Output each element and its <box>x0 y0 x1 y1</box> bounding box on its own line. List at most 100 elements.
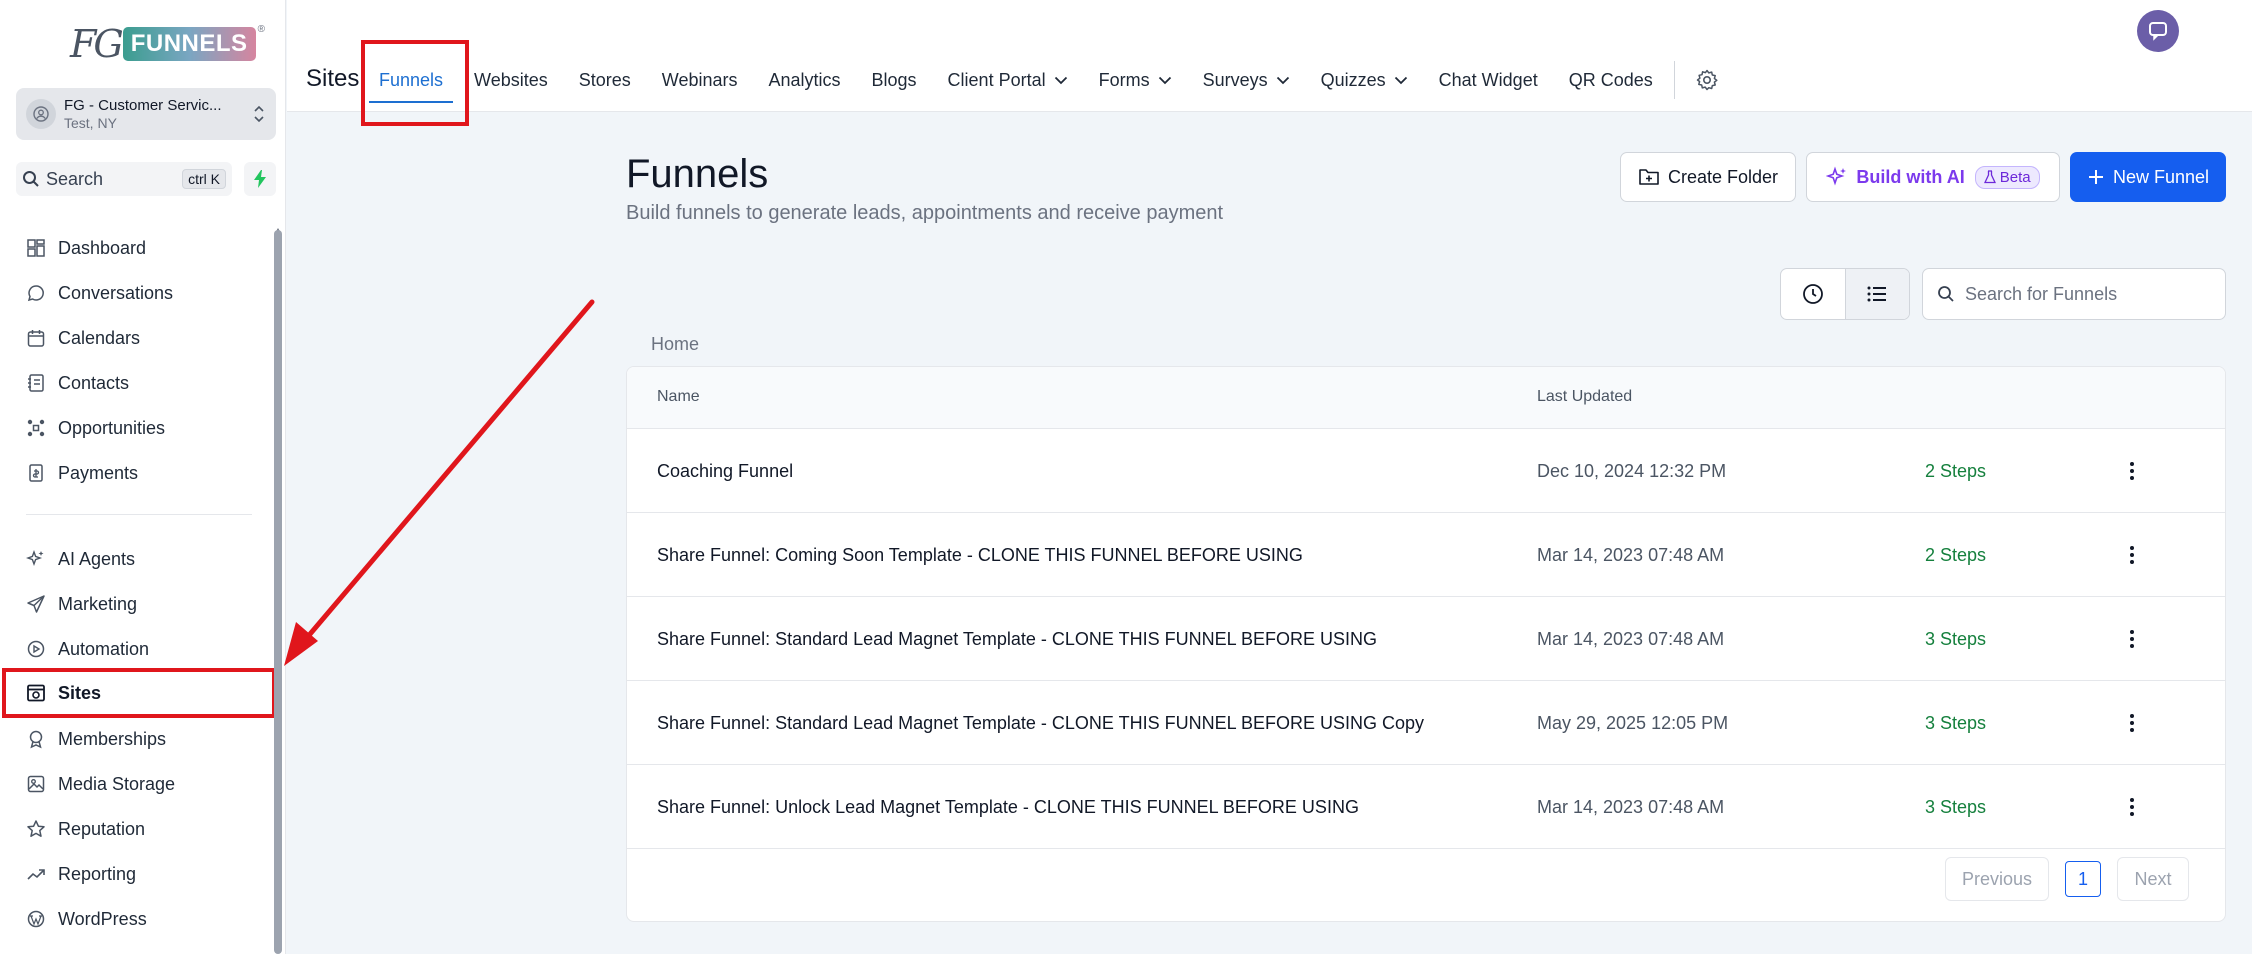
previous-page-button[interactable]: Previous <box>1945 857 2049 901</box>
create-folder-button[interactable]: Create Folder <box>1620 152 1796 202</box>
recent-view-button[interactable] <box>1781 269 1845 319</box>
funnel-name[interactable]: Share Funnel: Standard Lead Magnet Templ… <box>657 629 1377 650</box>
sites-settings-button[interactable] <box>1695 68 1719 92</box>
sidebar-item-contacts[interactable]: Contacts <box>26 363 129 403</box>
image-icon <box>27 775 45 793</box>
sidebar-item-payments[interactable]: Payments <box>26 453 138 493</box>
tab-websites[interactable]: Websites <box>474 70 548 91</box>
sidebar-item-wordpress[interactable]: WordPress <box>26 899 147 939</box>
sidebar-item-label: Marketing <box>58 593 138 614</box>
page-number-current[interactable]: 1 <box>2065 861 2101 897</box>
sidebar-scrollbar[interactable] <box>274 230 282 954</box>
tab-forms[interactable]: Forms <box>1099 70 1172 91</box>
build-with-ai-button[interactable]: Build with AI Beta <box>1806 152 2060 202</box>
send-icon <box>27 595 45 613</box>
account-avatar-icon <box>26 99 56 129</box>
sidebar-item-opportunities[interactable]: Opportunities <box>26 408 165 448</box>
tab-qr-codes[interactable]: QR Codes <box>1569 70 1653 91</box>
sidebar-search[interactable]: Search ctrl K <box>16 162 232 196</box>
sidebar-item-reporting[interactable]: Reporting <box>26 854 136 894</box>
calendar-icon <box>27 330 45 347</box>
new-funnel-button[interactable]: New Funnel <box>2070 152 2226 202</box>
tab-client-portal[interactable]: Client Portal <box>948 70 1068 91</box>
more-vertical-icon <box>2130 546 2134 564</box>
table-header: Name Last Updated <box>627 367 2225 429</box>
sidebar-item-label: Payments <box>58 462 139 483</box>
sidebar-item-conversations[interactable]: Conversations <box>26 273 173 313</box>
table-row[interactable]: Share Funnel: Standard Lead Magnet Templ… <box>627 597 2225 681</box>
badge-icon <box>29 730 43 749</box>
support-chat-button[interactable] <box>2137 10 2179 52</box>
column-header-name[interactable]: Name <box>657 388 700 406</box>
row-menu-button[interactable] <box>2117 623 2147 655</box>
row-menu-button[interactable] <box>2117 539 2147 571</box>
tab-stores[interactable]: Stores <box>579 70 631 91</box>
funnel-last-updated: Dec 10, 2024 12:32 PM <box>1537 461 1727 481</box>
breadcrumb[interactable]: Home <box>651 334 699 355</box>
account-name: FG - Customer Servic... <box>64 96 222 114</box>
funnel-steps: 2 Steps <box>1925 545 1987 565</box>
tab-quizzes[interactable]: Quizzes <box>1321 70 1408 91</box>
flask-icon <box>1983 170 1996 184</box>
funnel-name[interactable]: Coaching Funnel <box>657 461 793 482</box>
gear-icon <box>1696 69 1718 91</box>
more-vertical-icon <box>2130 630 2134 648</box>
funnel-name[interactable]: Share Funnel: Coming Soon Template - CLO… <box>657 545 1303 566</box>
pagination: Previous 1 Next <box>1945 857 2189 901</box>
sidebar-item-reputation[interactable]: Reputation <box>26 809 145 849</box>
sparkle-icon <box>1826 166 1847 186</box>
chat-bubble-icon <box>27 285 44 302</box>
sidebar-item-label: Reporting <box>58 863 137 884</box>
sidebar-item-dashboard[interactable]: Dashboard <box>26 228 146 268</box>
dashboard-icon <box>27 239 45 257</box>
table-row[interactable]: Share Funnel: Coming Soon Template - CLO… <box>627 513 2225 597</box>
sidebar-item-ai-agents[interactable]: AI Agents <box>26 539 135 579</box>
funnel-search <box>1922 268 2226 320</box>
sites-tabs: Funnels Websites Stores Webinars Analyti… <box>368 61 1750 103</box>
automation-icon <box>27 640 45 658</box>
sidebar-item-media-storage[interactable]: Media Storage <box>26 764 175 804</box>
sparkle-icon <box>26 549 44 567</box>
funnel-name[interactable]: Share Funnel: Unlock Lead Magnet Templat… <box>657 797 1359 818</box>
more-vertical-icon <box>2130 462 2134 480</box>
tab-funnels[interactable]: Funnels <box>368 70 454 103</box>
next-page-button[interactable]: Next <box>2117 857 2189 901</box>
page-subtitle: Build funnels to generate leads, appoint… <box>626 202 1224 224</box>
row-menu-button[interactable] <box>2117 791 2147 823</box>
funnel-search-input[interactable] <box>1965 283 2205 305</box>
funnel-name[interactable]: Share Funnel: Standard Lead Magnet Templ… <box>657 713 1424 734</box>
tab-webinars[interactable]: Webinars <box>662 70 738 91</box>
sidebar-item-label: Media Storage <box>58 773 176 794</box>
sidebar-item-marketing[interactable]: Marketing <box>26 584 137 624</box>
funnel-steps: 3 Steps <box>1925 797 1987 817</box>
tab-chat-widget[interactable]: Chat Widget <box>1439 70 1538 91</box>
logo-badge: FUNNELS <box>122 27 256 61</box>
chevron-down-icon <box>1276 76 1289 84</box>
funnel-last-updated: May 29, 2025 12:05 PM <box>1537 713 1729 733</box>
more-vertical-icon <box>2130 798 2134 816</box>
tab-blogs[interactable]: Blogs <box>872 70 917 91</box>
table-row[interactable]: Share Funnel: Unlock Lead Magnet Templat… <box>627 765 2225 849</box>
quick-action-button[interactable] <box>244 162 276 196</box>
sidebar-item-automation[interactable]: Automation <box>26 629 149 669</box>
row-menu-button[interactable] <box>2117 707 2147 739</box>
sidebar-divider <box>26 514 252 515</box>
tab-surveys[interactable]: Surveys <box>1203 70 1290 91</box>
sidebar-item-label: Memberships <box>58 728 167 749</box>
tab-analytics[interactable]: Analytics <box>768 70 840 91</box>
column-header-last-updated[interactable]: Last Updated <box>1537 388 1632 406</box>
list-view-button[interactable] <box>1844 269 1909 319</box>
account-switcher[interactable]: FG - Customer Servic... Test, NY <box>16 88 276 140</box>
sidebar-item-label: WordPress <box>58 908 147 929</box>
sidebar-item-label: Dashboard <box>58 237 147 258</box>
row-menu-button[interactable] <box>2117 455 2147 487</box>
sidebar-item-sites[interactable]: Sites <box>26 673 101 713</box>
chat-icon <box>2149 22 2167 41</box>
sidebar-item-calendars[interactable]: Calendars <box>26 318 140 358</box>
table-row[interactable]: Coaching Funnel Dec 10, 2024 12:32 PM 2 … <box>627 429 2225 513</box>
table-row[interactable]: Share Funnel: Standard Lead Magnet Templ… <box>627 681 2225 765</box>
sidebar-item-memberships[interactable]: Memberships <box>26 719 166 759</box>
top-bar: Sites Funnels Websites Stores Webinars A… <box>287 0 2252 126</box>
funnels-table: Name Last Updated Coaching Funnel Dec 10… <box>626 366 2226 922</box>
brand-logo[interactable]: FG FUNNELS ® <box>70 18 265 70</box>
